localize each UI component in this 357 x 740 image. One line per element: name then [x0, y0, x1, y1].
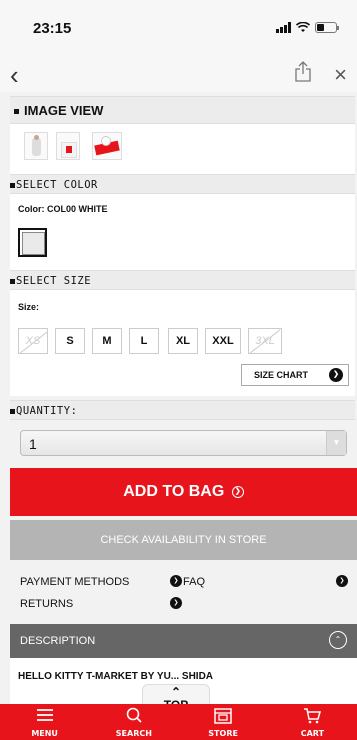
status-bar: 23:15 [0, 0, 357, 58]
tab-cart-label: CART [300, 729, 325, 738]
add-to-bag-label: ADD TO BAG [123, 483, 225, 500]
description-bar[interactable]: DESCRIPTION ⌃ [10, 624, 357, 658]
thumbnail-front[interactable] [24, 132, 48, 160]
store-icon [214, 708, 232, 724]
quantity-value: 1 [29, 436, 37, 452]
product-line-text: HELLO KITTY T-MARKET BY YU... SHIDA [18, 671, 214, 682]
arrow-right-icon: ❯ [231, 485, 244, 498]
check-availability-button[interactable]: CHECK AVAILABILITY IN STORE [10, 520, 357, 560]
select-size-body: Size: XS S M L XL XXL 3XL SIZE CHART ❯ [10, 290, 355, 396]
size-label: Size: [18, 302, 40, 312]
select-size-title: SELECT SIZE [16, 275, 92, 287]
image-view-body [10, 124, 355, 174]
size-m-button[interactable]: M [92, 328, 122, 354]
size-xs-button[interactable]: XS [18, 328, 48, 354]
quantity-select[interactable]: 1 ▼ [20, 430, 347, 456]
tab-store[interactable]: STORE [179, 704, 268, 740]
size-xl-button[interactable]: XL [168, 328, 198, 354]
share-icon[interactable] [294, 60, 312, 87]
info-links: PAYMENT METHODS ❯ FAQ ❯ RETURNS ❯ [10, 566, 357, 616]
select-color-header: SELECT COLOR [10, 174, 355, 194]
bullet-icon [10, 182, 15, 188]
thumbnail-packaging[interactable] [92, 132, 122, 160]
status-time: 23:15 [33, 20, 72, 37]
select-color-body: Color: COL00 WHITE [10, 194, 355, 270]
tab-store-label: STORE [208, 729, 238, 738]
description-label: DESCRIPTION [20, 635, 96, 647]
quantity-header: QUANTITY: [10, 400, 355, 420]
signal-icon [276, 22, 291, 33]
close-icon[interactable]: × [334, 62, 347, 88]
chevron-down-icon: ▼ [326, 431, 346, 455]
wifi-icon [296, 22, 310, 32]
size-chart-label: SIZE CHART [254, 370, 308, 380]
image-view-title: IMAGE VIEW [24, 103, 104, 118]
bullet-icon [14, 109, 19, 115]
tab-menu-label: MENU [31, 729, 58, 738]
bullet-icon [10, 408, 15, 414]
image-view-header: IMAGE VIEW [10, 96, 355, 124]
arrow-right-icon: ❯ [329, 368, 343, 382]
select-color-title: SELECT COLOR [16, 179, 98, 191]
bullet-icon [10, 278, 15, 284]
color-swatch-white[interactable] [18, 228, 47, 257]
tab-search[interactable]: SEARCH [89, 704, 178, 740]
returns-link[interactable]: RETURNS [20, 598, 73, 610]
payment-methods-link[interactable]: PAYMENT METHODS [20, 576, 129, 588]
size-l-button[interactable]: L [129, 328, 159, 354]
faq-link[interactable]: FAQ [183, 576, 205, 588]
menu-icon [36, 709, 53, 721]
size-chart-button[interactable]: SIZE CHART ❯ [241, 364, 349, 386]
select-size-header: SELECT SIZE [10, 270, 355, 290]
battery-icon [315, 22, 339, 33]
arrow-right-icon[interactable]: ❯ [336, 575, 348, 587]
quantity-title: QUANTITY: [16, 405, 78, 417]
thumbnail-back[interactable] [56, 132, 80, 160]
status-icons [276, 22, 339, 33]
caret-up-icon: ⌃ [170, 685, 182, 699]
size-xxl-button[interactable]: XXL [205, 328, 241, 354]
tab-search-label: SEARCH [115, 729, 152, 738]
tab-menu[interactable]: MENU [0, 704, 89, 740]
arrow-right-icon[interactable]: ❯ [170, 597, 182, 609]
search-icon [126, 707, 142, 723]
back-icon[interactable]: ‹ [10, 62, 19, 88]
color-label: Color: COL00 WHITE [18, 204, 108, 214]
size-s-button[interactable]: S [55, 328, 85, 354]
cart-icon [304, 708, 322, 724]
tab-cart[interactable]: CART [268, 704, 357, 740]
arrow-right-icon[interactable]: ❯ [170, 575, 182, 587]
size-3xl-button[interactable]: 3XL [248, 328, 282, 354]
quantity-body: 1 ▼ [10, 420, 355, 464]
tab-bar: MENU SEARCH STORE CART [0, 704, 357, 740]
chevron-up-icon[interactable]: ⌃ [329, 631, 347, 649]
add-to-bag-button[interactable]: ADD TO BAG ❯ [10, 468, 357, 516]
nav-bar: ‹ × [0, 58, 357, 92]
